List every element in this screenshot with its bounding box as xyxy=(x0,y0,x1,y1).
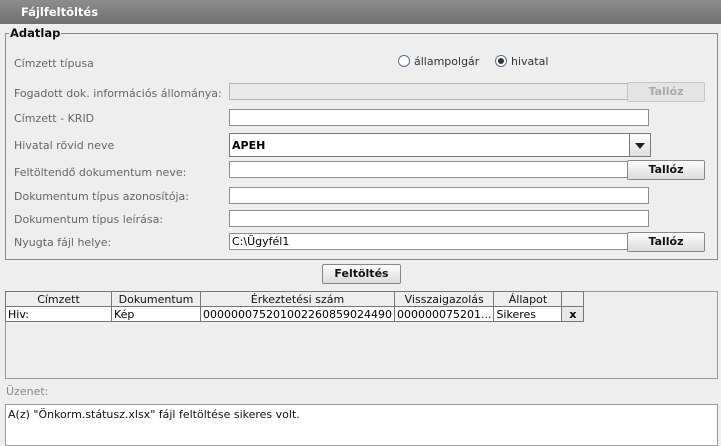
table-row[interactable]: Hiv: Kép 000000075201002260859024490 000… xyxy=(5,306,585,322)
received-info-file-input[interactable] xyxy=(229,83,649,100)
radio-office[interactable]: hivatal xyxy=(495,55,548,68)
col-action-header xyxy=(561,291,585,307)
cell-status[interactable]: Sikeres xyxy=(493,306,563,322)
doc-type-desc-input[interactable] xyxy=(229,210,649,227)
radio-office-label: hivatal xyxy=(511,55,549,68)
window-title: Fájlfeltöltés xyxy=(21,5,99,19)
col-status-header[interactable]: Állapot xyxy=(493,291,563,307)
recipient-type-label: Címzett típusa xyxy=(14,57,94,70)
upload-table: Címzett Dokumentum Érkeztetési szám Viss… xyxy=(5,291,585,322)
doc-type-id-label: Dokumentum típus azonosítója: xyxy=(14,190,189,203)
cell-reg-number[interactable]: 000000075201002260859024490 xyxy=(200,306,395,322)
col-confirmation-header[interactable]: Visszaigazolás xyxy=(393,291,495,307)
received-info-file-label: Fogadott dok. információs állománya: xyxy=(14,87,222,100)
radio-citizen-icon[interactable] xyxy=(398,55,410,67)
office-short-name-value: APEH xyxy=(232,139,266,152)
cell-confirmation[interactable]: 000000075201... xyxy=(393,306,495,322)
receipt-path-label: Nyugta fájl helye: xyxy=(14,236,112,249)
received-info-browse-button[interactable]: Tallóz xyxy=(627,82,705,102)
form-group-legend: Adatlap xyxy=(9,26,62,40)
receipt-path-browse-button[interactable]: Tallóz xyxy=(627,232,705,252)
radio-citizen-label: állampolgár xyxy=(414,55,480,68)
delete-row-button[interactable]: x xyxy=(561,306,585,322)
radio-office-icon[interactable] xyxy=(495,55,507,67)
receipt-path-input[interactable]: C:\Ügyfél1 xyxy=(229,233,649,250)
chevron-down-icon[interactable] xyxy=(629,134,650,156)
col-reg-number-header[interactable]: Érkeztetési szám xyxy=(200,291,395,307)
cell-recipient[interactable]: Hiv: xyxy=(5,306,112,322)
upload-doc-name-input[interactable] xyxy=(229,161,649,178)
message-label: Üzenet: xyxy=(6,385,49,398)
doc-type-desc-label: Dokumentum típus leírása: xyxy=(14,213,164,226)
upload-doc-name-label: Feltöltendő dokumentum neve: xyxy=(14,166,187,179)
office-short-name-label: Hivatal rövid neve xyxy=(14,139,115,152)
col-document-header[interactable]: Dokumentum xyxy=(111,291,201,307)
doc-type-id-input[interactable] xyxy=(229,187,649,204)
col-recipient-header[interactable]: Címzett xyxy=(5,291,112,307)
upload-doc-browse-button[interactable]: Tallóz xyxy=(627,160,705,180)
radio-citizen[interactable]: állampolgár xyxy=(398,55,479,68)
recipient-krid-label: Címzett - KRID xyxy=(14,112,95,125)
table-header-row: Címzett Dokumentum Érkeztetési szám Viss… xyxy=(5,291,585,307)
message-box[interactable]: A(z) "Önkorm.státusz.xlsx" fájl feltölté… xyxy=(5,404,718,446)
upload-button[interactable]: Feltöltés xyxy=(322,264,401,284)
cell-document[interactable]: Kép xyxy=(111,306,201,322)
office-short-name-select[interactable]: APEH xyxy=(229,133,651,157)
message-text: A(z) "Önkorm.státusz.xlsx" fájl feltölté… xyxy=(8,408,300,421)
recipient-krid-input[interactable] xyxy=(229,109,649,126)
window-title-bar: Fájlfeltöltés xyxy=(0,0,721,24)
